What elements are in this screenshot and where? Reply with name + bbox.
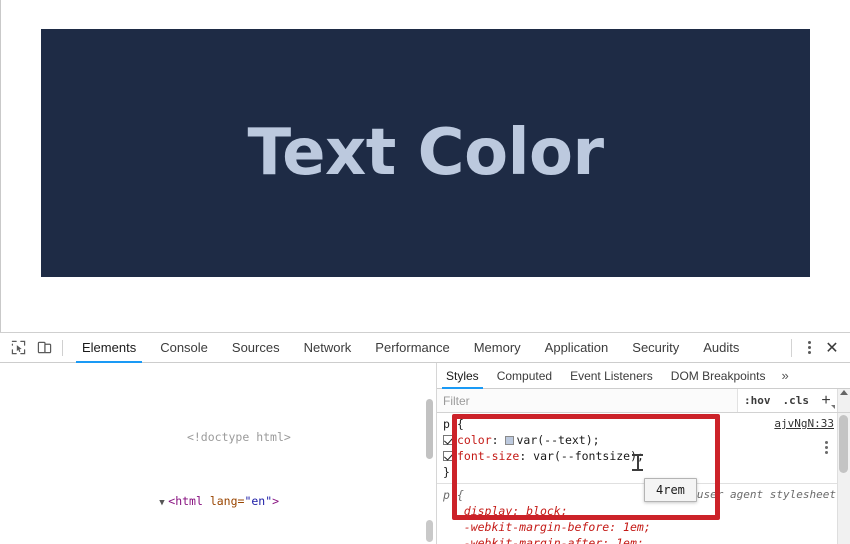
caret-up-icon xyxy=(840,390,848,395)
toolbar-divider-right xyxy=(791,338,792,357)
more-options-icon[interactable] xyxy=(798,337,820,359)
dom-row-doctype[interactable]: <!doctype html> xyxy=(0,413,436,444)
selector-text: p { xyxy=(443,417,464,431)
tab-memory[interactable]: Memory xyxy=(462,333,533,362)
tab-performance[interactable]: Performance xyxy=(363,333,461,362)
style-rule-selector[interactable]: p { xyxy=(443,416,850,432)
add-new-rule-button[interactable]: + xyxy=(815,389,837,412)
ua-selector-text: p { xyxy=(443,488,464,502)
tab-dom-breakpoints[interactable]: DOM Breakpoints xyxy=(662,363,775,388)
html-lang-attr: lang= xyxy=(202,494,245,508)
styles-scroll-up-button[interactable] xyxy=(837,389,850,412)
devtools-toolbar: Elements Console Sources Network Perform… xyxy=(0,333,850,363)
style-rule-more-icon[interactable] xyxy=(825,441,828,454)
value-tooltip: 4rem xyxy=(644,478,697,502)
declaration-font-size[interactable]: font-size: var(--fontsize); xyxy=(443,448,850,464)
devtools-toolbar-right: ✕ xyxy=(785,333,850,362)
page-content-stage: Text Color xyxy=(41,29,810,277)
more-tabs-icon[interactable]: » xyxy=(774,363,795,388)
close-icon[interactable]: ✕ xyxy=(820,337,844,359)
declaration-color-property: color xyxy=(457,433,492,447)
ua-declaration-margin-after: -webkit-margin-after: 1em; xyxy=(443,535,850,544)
cls-toggle-button[interactable]: .cls xyxy=(777,389,816,412)
hov-toggle-button[interactable]: :hov xyxy=(738,389,777,412)
toolbar-divider xyxy=(62,339,63,356)
ua-declaration-margin-before: -webkit-margin-before: 1em; xyxy=(463,520,651,534)
tab-sources[interactable]: Sources xyxy=(220,333,292,362)
styles-filter-input[interactable]: Filter xyxy=(437,389,738,412)
tab-computed[interactable]: Computed xyxy=(488,363,561,388)
ua-margin-after-property: -webkit-margin-after xyxy=(463,536,603,544)
inspect-element-icon[interactable] xyxy=(5,333,31,362)
ua-display-value: block; xyxy=(526,504,568,518)
devtools-panel: Elements Console Sources Network Perform… xyxy=(0,332,850,544)
doctype-text: <!doctype html> xyxy=(186,430,291,444)
dom-tree-scrollbar-thumb-lower[interactable] xyxy=(426,520,433,542)
page-viewport: Text Color xyxy=(0,0,850,332)
dom-tree-scrollbar-thumb[interactable] xyxy=(426,399,433,459)
declaration-color-checkbox[interactable] xyxy=(443,435,453,445)
tab-elements[interactable]: Elements xyxy=(70,333,148,363)
declaration-font-size-checkbox[interactable] xyxy=(443,451,453,461)
dom-tree-pane[interactable]: <!doctype html> ▼<html lang="en"> ▶<head… xyxy=(0,363,437,544)
devtools-body: <!doctype html> ▼<html lang="en"> ▶<head… xyxy=(0,363,850,544)
html-lang-value: "en" xyxy=(244,494,273,508)
style-rule-author[interactable]: ajvNgN:33 p { color: var(--text); font-s… xyxy=(437,413,850,484)
styles-vertical-scrollbar[interactable] xyxy=(837,413,850,544)
tab-network[interactable]: Network xyxy=(292,333,364,362)
ua-display-property: display xyxy=(463,504,513,518)
html-tag: <html xyxy=(168,494,203,508)
tab-event-listeners[interactable]: Event Listeners xyxy=(561,363,662,388)
styles-filter-bar: Filter :hov .cls + xyxy=(437,389,850,413)
html-tag-close-bracket: > xyxy=(272,494,280,508)
declaration-color[interactable]: color: var(--text); xyxy=(443,432,850,448)
styles-pane: Styles Computed Event Listeners DOM Brea… xyxy=(437,363,850,544)
screen-root: Text Color Elements Console Sources Netw… xyxy=(0,0,850,544)
close-brace-text: } xyxy=(443,465,450,479)
dom-tree: <!doctype html> ▼<html lang="en"> ▶<head… xyxy=(0,363,436,544)
ua-margin-before-value: 1em; xyxy=(623,520,651,534)
page-heading: Text Color xyxy=(247,116,604,190)
viewport-left-border xyxy=(0,0,1,332)
styles-scrollbar-thumb[interactable] xyxy=(839,415,848,473)
declaration-color-value[interactable]: var(--text); xyxy=(516,433,599,447)
styles-tab-list: Styles Computed Event Listeners DOM Brea… xyxy=(437,363,850,389)
tab-styles[interactable]: Styles xyxy=(437,363,488,389)
color-swatch[interactable] xyxy=(505,436,515,445)
ua-declaration-display: display: block; xyxy=(463,504,568,518)
dom-row-html[interactable]: ▼ <html lang="en"> xyxy=(0,477,436,508)
ua-margin-before-property: -webkit-margin-before xyxy=(463,520,610,534)
tab-security[interactable]: Security xyxy=(620,333,691,362)
tab-application[interactable]: Application xyxy=(533,333,621,362)
ua-margin-after-value: 1em; xyxy=(616,536,644,544)
tab-console[interactable]: Console xyxy=(148,333,220,362)
device-toolbar-icon[interactable] xyxy=(31,333,57,362)
tab-audits[interactable]: Audits xyxy=(691,333,751,362)
devtools-tab-list: Elements Console Sources Network Perform… xyxy=(70,333,785,363)
declaration-font-size-property: font-size xyxy=(457,449,520,463)
declaration-font-size-value[interactable]: var(--fontsize); xyxy=(533,449,644,463)
